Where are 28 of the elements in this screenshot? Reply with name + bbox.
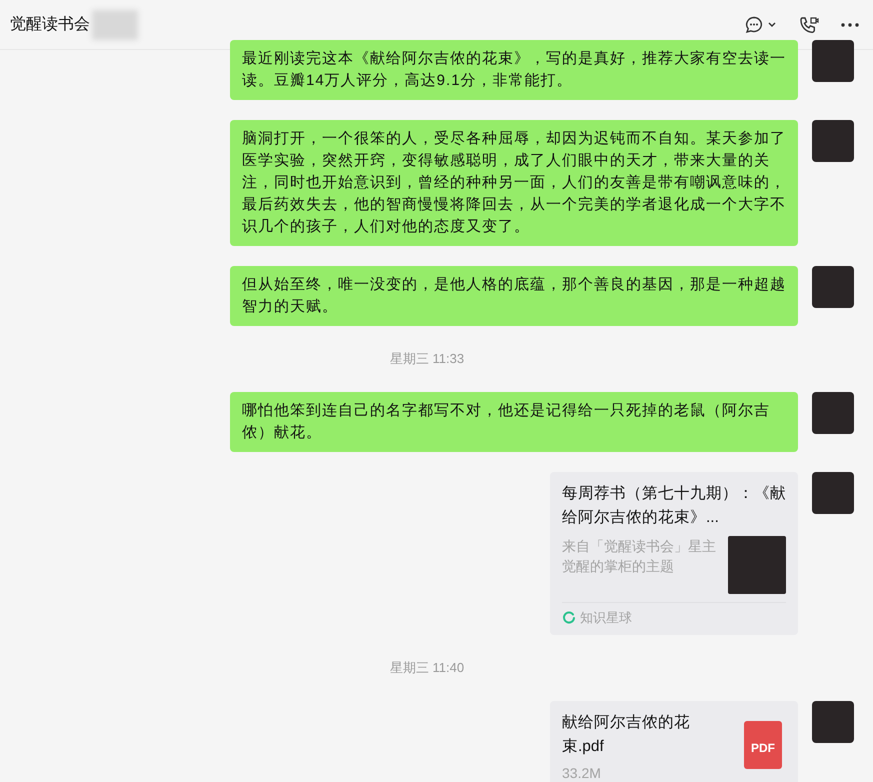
blurred-name: [92, 10, 138, 40]
chat-title: 觉醒读书会: [10, 14, 90, 35]
timestamp: 星期三 11:40: [390, 659, 464, 677]
pdf-file-icon: PDF: [744, 721, 782, 769]
link-card[interactable]: 每周荐书（第七十九期）：《献给阿尔吉侬的花束》... 来自「觉醒读书会」星主觉醒的掌柜的主题 知识星球: [550, 472, 798, 635]
more-icon[interactable]: [841, 22, 859, 26]
thumbnail-placeholder: [728, 536, 786, 594]
avatar[interactable]: [812, 472, 854, 514]
message-bubble: 但从始至终，唯一没变的，是他人格的底蕴，那个善良的基因，那是一种超越智力的天赋。: [230, 266, 798, 326]
file-size: 33.2M: [562, 765, 602, 781]
message-bubble: 哪怕他笨到连自己的名字都写不对，他还是记得给一只死掉的老鼠（阿尔吉侬）献花。: [230, 392, 798, 452]
link-description: 来自「觉醒读书会」星主觉醒的掌柜的主题: [562, 537, 717, 576]
message-bubble: 最近刚读完这本《献给阿尔吉侬的花束》，写的是真好，推荐大家有空去读一读。豆瓣14万人评分，高达9.1分，非常能打。: [230, 40, 798, 100]
call-icon[interactable]: [799, 16, 819, 34]
timestamp: 星期三 11:33: [390, 350, 464, 368]
source-label: 知识星球: [580, 609, 632, 627]
avatar[interactable]: [812, 392, 854, 434]
chat-bubble-icon: [745, 16, 777, 34]
file-name: 献给阿尔吉侬的花束.pdf: [562, 713, 691, 757]
file-card[interactable]: 献给阿尔吉侬的花束.pdf 33.2M PDF: [550, 701, 798, 782]
chat-menu-button[interactable]: [745, 16, 777, 34]
avatar[interactable]: [812, 701, 854, 743]
avatar[interactable]: [812, 266, 854, 308]
avatar[interactable]: [812, 40, 854, 82]
message-bubble: 脑洞打开，一个很笨的人，受尽各种屈辱，却因为迟钝而不自知。某天参加了医学实验，突然开窍，变得敏感聪明，成了人们眼中的天才，带来大量的关注，同时也开始意识到，曾经的种种另一面，人们的友善是带有嘲讽意味的，最后药效失去，他的智商慢慢将降回去，从一个完美的学者退化成一个大字不识几个的孩子，人们对他的态度又变了。: [230, 120, 798, 246]
ring-logo-icon: [562, 611, 576, 625]
avatar[interactable]: [812, 120, 854, 162]
link-title: 每周荐书（第七十九期）：《献给阿尔吉侬的花束》...: [562, 484, 786, 528]
